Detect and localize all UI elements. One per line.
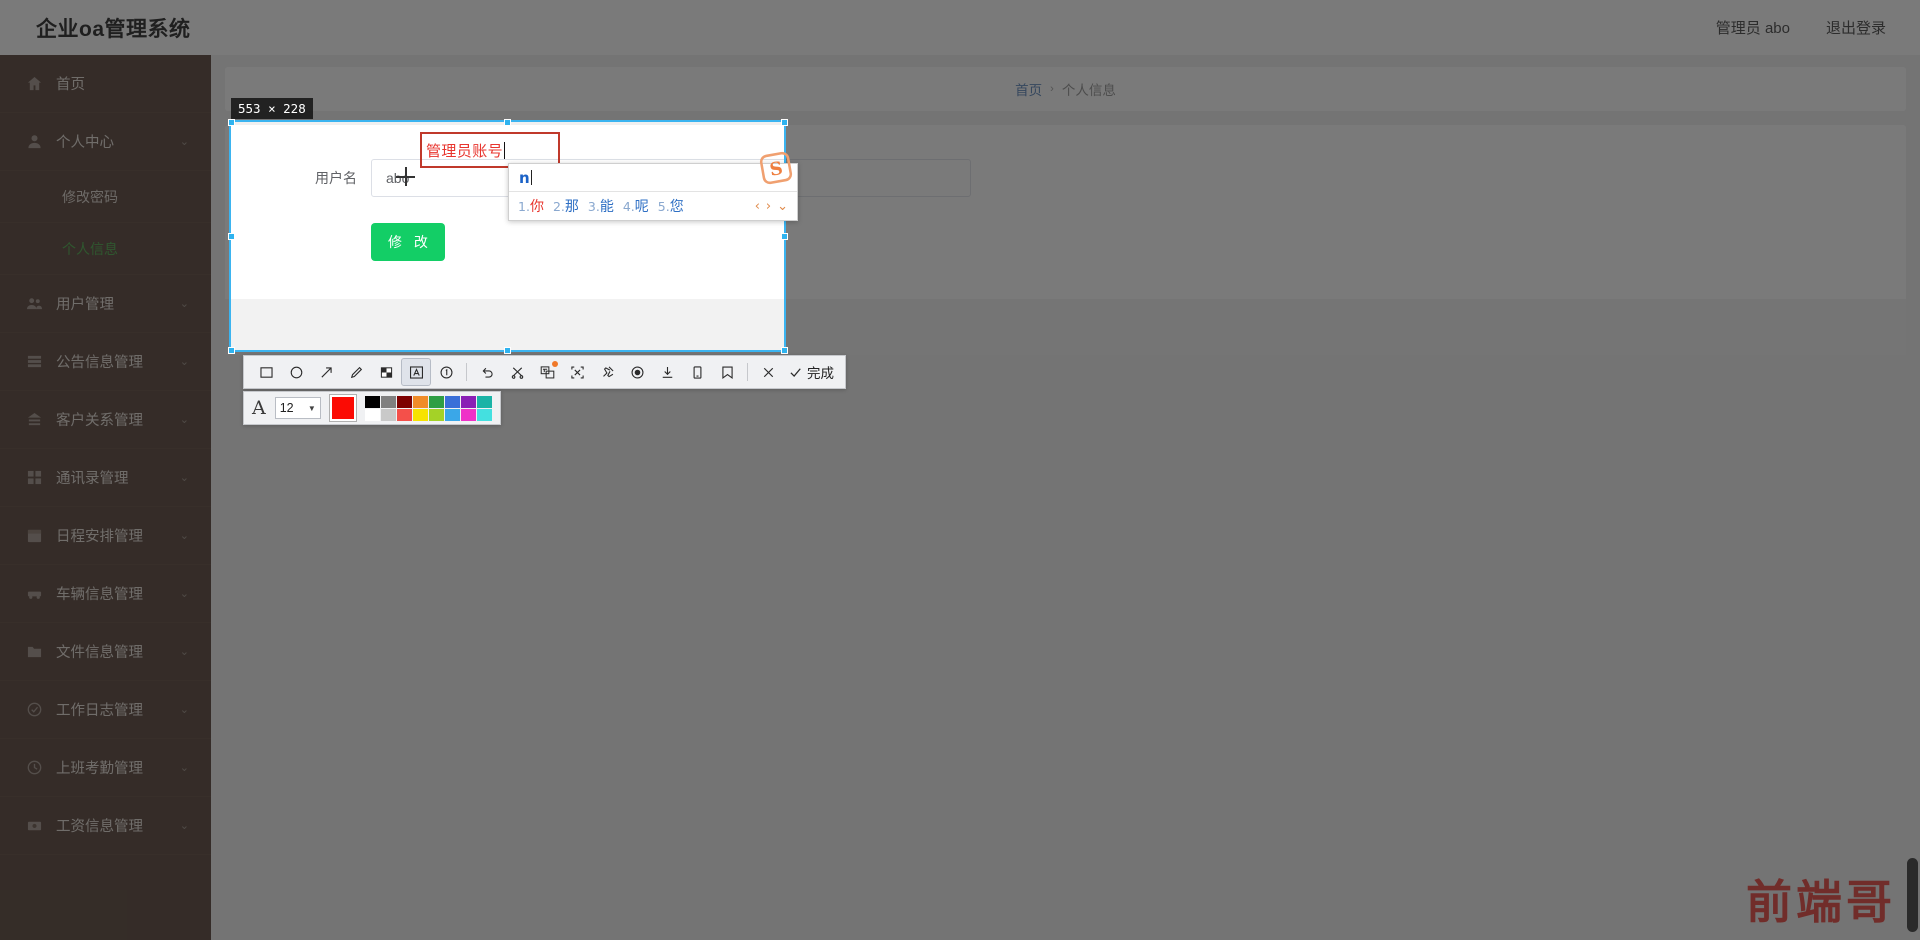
ime-candidate-4[interactable]: 4.呢 (623, 196, 649, 216)
color-swatch[interactable] (460, 395, 476, 408)
ime-candidate-1[interactable]: 1.你 (518, 196, 544, 216)
record-tool-button[interactable] (623, 359, 651, 385)
color-swatch[interactable] (396, 395, 412, 408)
translate-tool-button[interactable] (533, 359, 561, 385)
text-cursor-icon (504, 141, 506, 159)
ime-candidate-2[interactable]: 2.那 (553, 196, 579, 216)
color-swatch[interactable] (396, 408, 412, 421)
pin-icon (602, 365, 614, 377)
color-swatch[interactable] (476, 395, 492, 408)
toolbar-divider-1 (466, 363, 467, 381)
ime-candidate-3[interactable]: 3.能 (588, 196, 614, 216)
font-a-icon: A (252, 397, 266, 419)
color-swatch[interactable] (380, 395, 396, 408)
text-annotation-value: 管理员账号 (426, 142, 504, 160)
check-icon (790, 367, 801, 377)
ime-candidate-list[interactable]: 1.你 2.那 3.能 4.呢 5.您 ‹ › ⌄ (509, 192, 797, 220)
ellipse-icon (290, 366, 302, 378)
color-swatch[interactable] (428, 408, 444, 421)
text-a-icon (409, 365, 423, 379)
color-swatch[interactable] (364, 408, 380, 421)
selection-handle-sw[interactable] (228, 347, 235, 354)
done-label: 完成 (807, 366, 834, 381)
pencil-tool-button[interactable] (342, 359, 370, 385)
color-swatch[interactable] (412, 408, 428, 421)
download-icon (662, 366, 672, 378)
svg-text:S: S (768, 158, 784, 181)
cancel-button[interactable] (754, 359, 782, 385)
bookmark-tool-button[interactable] (713, 359, 741, 385)
download-tool-button[interactable] (653, 359, 681, 385)
selection-card-footer (231, 299, 784, 350)
ime-nav-group[interactable]: ‹ › ⌄ (755, 199, 788, 214)
translate-badge-icon (552, 361, 558, 367)
pencil-icon (350, 366, 362, 378)
ime-expand-icon[interactable]: ⌄ (777, 199, 788, 214)
ime-composition-text: n (519, 168, 530, 187)
pin-tool-button[interactable] (593, 359, 621, 385)
selection-handle-ne[interactable] (781, 119, 788, 126)
selection-handle-se[interactable] (781, 347, 788, 354)
ellipse-tool-button[interactable] (282, 359, 310, 385)
font-size-select[interactable]: 12 ▼ (274, 397, 321, 419)
screen-root: 企业oa管理系统 管理员 abo 退出登录 首页 个人中心 ⌄ 修改密码 个人信… (0, 0, 1920, 940)
ime-candidate-5[interactable]: 5.您 (658, 196, 684, 216)
color-swatch[interactable] (428, 395, 444, 408)
color-swatch[interactable] (364, 395, 380, 408)
color-swatch[interactable] (460, 408, 476, 421)
mosaic-icon (380, 366, 392, 378)
number-circle-icon (440, 366, 452, 378)
bookmark-icon (721, 366, 733, 379)
arrow-tool-button[interactable] (312, 359, 340, 385)
text-tool-button[interactable] (401, 358, 431, 386)
chevron-down-icon: ▼ (307, 403, 316, 413)
selection-size-label: 553 × 228 (231, 98, 313, 119)
number-tool-button[interactable] (432, 359, 460, 385)
close-icon (763, 367, 773, 377)
phone-icon (693, 365, 701, 379)
current-color-swatch[interactable] (328, 394, 357, 422)
selection-handle-w[interactable] (228, 233, 235, 240)
record-icon (631, 366, 643, 378)
ime-composition-row: n (509, 164, 797, 192)
toolbar-divider-2 (747, 363, 748, 381)
scissors-crop-icon (511, 366, 523, 379)
longscreen-tool-button[interactable] (683, 359, 711, 385)
color-swatch[interactable] (476, 408, 492, 421)
font-size-value: 12 (279, 401, 294, 415)
selection-handle-e[interactable] (781, 233, 788, 240)
selection-handle-nw[interactable] (228, 119, 235, 126)
color-swatch[interactable] (444, 408, 460, 421)
annotation-style-bar[interactable]: A 12 ▼ (243, 391, 501, 425)
color-swatch[interactable] (444, 395, 460, 408)
ime-candidate-window[interactable]: n 1.你 2.那 3.能 4.呢 5.您 ‹ › ⌄ S (508, 151, 798, 221)
color-palette[interactable] (364, 395, 492, 421)
selection-handle-s[interactable] (504, 347, 511, 354)
sogou-logo-icon: S (759, 151, 793, 185)
color-swatch[interactable] (412, 395, 428, 408)
undo-tool-button[interactable] (473, 359, 501, 385)
selection-username-label: 用户名 (315, 170, 357, 186)
rectangle-tool-button[interactable] (252, 359, 280, 385)
selection-submit-button[interactable]: 修 改 (371, 223, 445, 261)
crop-tool-button[interactable] (503, 359, 531, 385)
color-swatch[interactable] (380, 408, 396, 421)
mosaic-tool-button[interactable] (372, 359, 400, 385)
ime-caret-icon (530, 170, 532, 185)
arrow-icon (320, 366, 332, 378)
screenshot-annotation-toolbar[interactable]: 完成 (243, 355, 846, 389)
rectangle-icon (259, 366, 273, 378)
ocr-tool-button[interactable] (563, 359, 591, 385)
undo-icon (482, 367, 493, 378)
crosshair-cursor-icon (396, 167, 415, 186)
ime-next-page-icon[interactable]: › (766, 199, 771, 214)
ime-prev-page-icon[interactable]: ‹ (755, 199, 760, 214)
ocr-extract-icon (570, 366, 584, 378)
selection-handle-n[interactable] (504, 119, 511, 126)
confirm-done-button[interactable]: 完成 (783, 362, 838, 382)
